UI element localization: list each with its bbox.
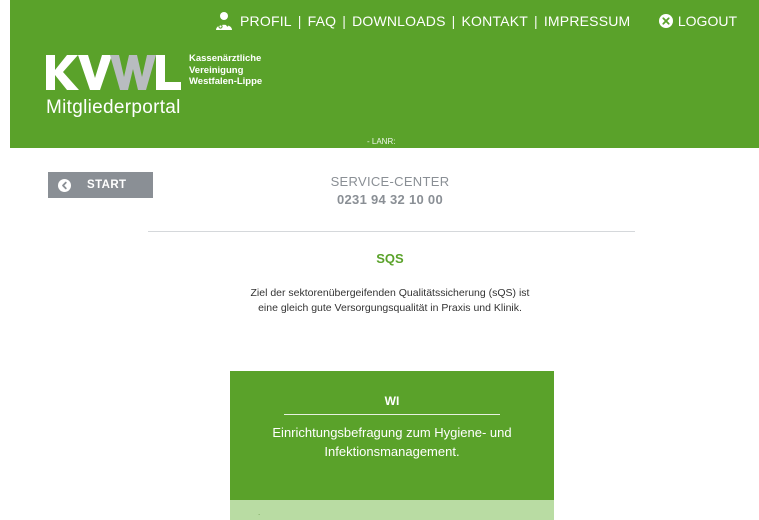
card-description: Einrichtungsbefragung zum Hygiene- und I… bbox=[250, 423, 534, 461]
nav-separator: | bbox=[342, 13, 347, 29]
nav-separator: | bbox=[533, 13, 538, 29]
profile-doctor-icon[interactable] bbox=[214, 11, 234, 31]
card-footer: . bbox=[230, 500, 554, 520]
logo-subtitle-line: Vereinigung bbox=[189, 64, 244, 76]
card-description-line: Einrichtungsbefragung zum Hygiene- und bbox=[272, 425, 512, 440]
logo-subtitle-line: Kassenärztliche bbox=[189, 53, 262, 64]
close-circle-icon bbox=[658, 14, 673, 28]
header-bar: PROFIL | FAQ | DOWNLOADS | KONTAKT | IMP… bbox=[10, 0, 759, 148]
card-title: WI bbox=[384, 394, 400, 408]
service-center-label: SERVICE-CENTER bbox=[330, 174, 450, 189]
kvwl-logo-mark bbox=[46, 55, 181, 90]
divider bbox=[148, 231, 635, 232]
logo-subtitle-line: Westfalen-Lippe bbox=[189, 76, 263, 87]
wi-card[interactable]: WI Einrichtungsbefragung zum Hygiene- un… bbox=[230, 371, 554, 520]
nav-kontakt-link[interactable]: KONTAKT bbox=[462, 13, 528, 29]
service-center-phone[interactable]: 0231 94 32 10 00 bbox=[290, 192, 490, 207]
card-divider bbox=[284, 414, 500, 415]
nav-separator: | bbox=[297, 13, 302, 29]
portal-title: Mitgliederportal bbox=[46, 97, 181, 118]
page-title: SQS bbox=[376, 251, 404, 266]
chevron-left-circle-icon bbox=[58, 178, 71, 192]
intro-text: Ziel der sektorenübergeifenden Qualitäts… bbox=[190, 286, 590, 316]
intro-line: Ziel der sektorenübergeifenden Qualitäts… bbox=[250, 287, 530, 299]
card-footer-mark: . bbox=[258, 508, 261, 517]
top-navigation: PROFIL | FAQ | DOWNLOADS | KONTAKT | IMP… bbox=[214, 10, 630, 32]
nav-faq-link[interactable]: FAQ bbox=[308, 13, 337, 29]
logo-subtitle: Kassenärztliche Vereinigung Westfalen-Li… bbox=[189, 53, 262, 88]
lanr-label: - LANR: bbox=[367, 137, 396, 146]
nav-separator: | bbox=[451, 13, 456, 29]
start-button[interactable]: START bbox=[48, 172, 153, 198]
intro-line: eine gleich gute Versorgungsqualität in … bbox=[258, 302, 522, 314]
logout-button[interactable]: LOGOUT bbox=[658, 10, 737, 32]
start-button-label: START bbox=[87, 179, 127, 191]
nav-profil-link[interactable]: PROFIL bbox=[240, 13, 292, 29]
service-center: SERVICE-CENTER 0231 94 32 10 00 bbox=[290, 174, 490, 207]
nav-impressum-link[interactable]: IMPRESSUM bbox=[544, 13, 631, 29]
card-description-line: Infektionsmanagement. bbox=[324, 444, 460, 459]
nav-downloads-link[interactable]: DOWNLOADS bbox=[352, 13, 446, 29]
logout-label: LOGOUT bbox=[677, 13, 737, 29]
